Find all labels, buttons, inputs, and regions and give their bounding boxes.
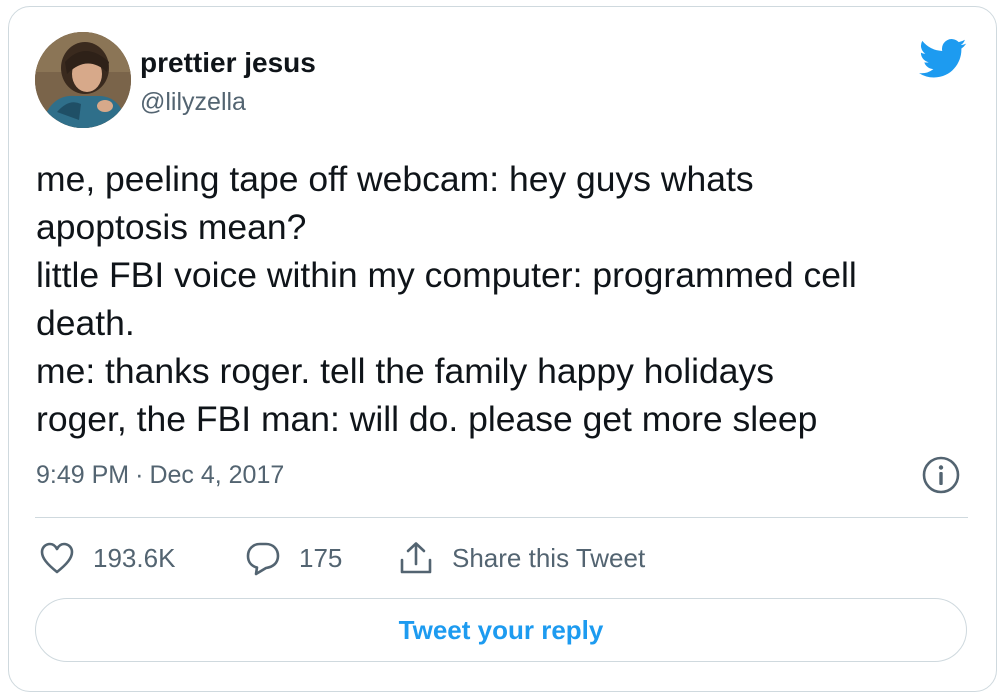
tweet-line: roger, the FBI man: will do. please get … <box>36 399 818 439</box>
tweet-your-reply-button[interactable]: Tweet your reply <box>35 598 967 662</box>
tweet-text: me, peeling tape off webcam: hey guys wh… <box>36 155 966 443</box>
like-button[interactable]: 193.6K <box>39 536 175 580</box>
heart-icon <box>40 542 74 574</box>
reply-button[interactable]: 175 <box>245 536 342 580</box>
tweet-line: me, peeling tape off webcam: hey guys wh… <box>36 159 754 199</box>
speech-bubble-icon <box>246 542 280 576</box>
tweet-line: me: thanks roger. tell the family happy … <box>36 351 774 391</box>
tweet-time: 9:49 PM <box>36 461 130 489</box>
avatar[interactable] <box>35 32 131 128</box>
twitter-bird-icon[interactable] <box>919 39 967 79</box>
like-count: 193.6K <box>93 542 176 573</box>
timestamp-separator: · <box>135 461 144 489</box>
avatar-photo <box>35 32 131 128</box>
tweet-line: death. <box>36 303 135 343</box>
handle[interactable]: @lilyzella <box>140 87 246 117</box>
timestamp[interactable]: 9:49 PM · Dec 4, 2017 <box>36 460 284 490</box>
tweet-line: apoptosis mean? <box>36 207 307 247</box>
tweet-date: Dec 4, 2017 <box>149 461 285 489</box>
tweet-card: prettier jesus @lilyzella me, peeling ta… <box>8 6 997 692</box>
divider <box>35 517 968 518</box>
share-button[interactable]: Share this Tweet <box>398 536 645 580</box>
reply-button-label: Tweet your reply <box>398 614 604 645</box>
display-name[interactable]: prettier jesus <box>140 47 316 79</box>
share-upload-icon <box>400 542 432 574</box>
share-label: Share this Tweet <box>452 542 646 573</box>
tweet-line: little FBI voice within my computer: pro… <box>36 255 857 295</box>
info-icon[interactable] <box>921 455 961 495</box>
reply-count: 175 <box>299 542 343 573</box>
